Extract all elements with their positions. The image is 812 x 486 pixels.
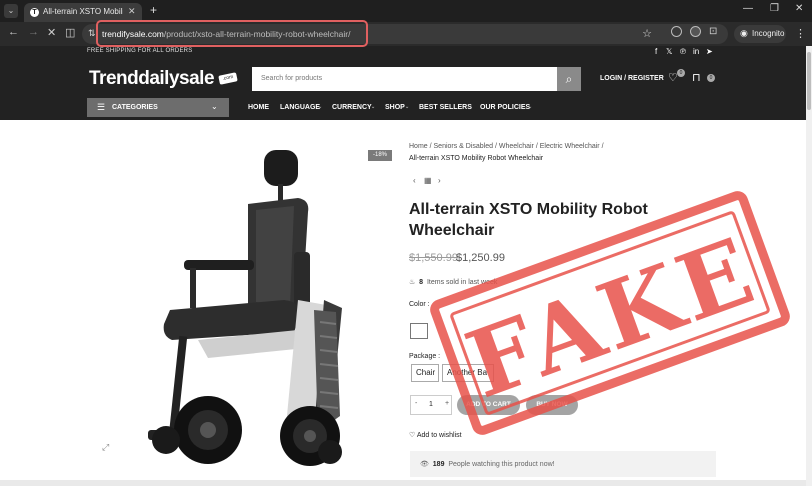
telegram-icon[interactable]: ➤ [706,47,713,56]
promo-text: FREE SHIPPING FOR ALL ORDERS [87,48,193,54]
chevron-down-icon: ⌄ [318,104,323,110]
minimize-icon[interactable]: — [743,3,753,14]
split-view-icon[interactable]: ◫ [65,26,75,39]
zoom-expand-icon[interactable]: ⤢ [102,442,109,453]
nav-home[interactable]: HOME [248,104,269,111]
add-to-wishlist-link[interactable]: ♡ Add to wishlist [409,431,462,439]
watching-text: People watching this product now! [448,461,555,468]
breadcrumb-current: All-terrain XSTO Mobility Robot Wheelcha… [409,155,544,162]
eye-icon: 👁 [420,461,429,468]
chevron-down-icon: ⌄ [528,104,533,110]
heart-icon: ♡ [409,432,416,439]
site-header: FREE SHIPPING FOR ALL ORDERS f 𝕏 ℗ in ➤ … [0,46,806,120]
forward-icon[interactable]: → [28,26,39,38]
search-input[interactable]: Search for products [252,67,558,91]
menu-hamburger-icon: ☰ [97,102,106,112]
wishlist-count-badge: 0 [677,69,685,77]
package-option-chair[interactable]: Chair [411,364,439,382]
nav-shop[interactable]: SHOP [385,104,405,111]
window-close-icon[interactable]: ✕ [795,3,803,14]
package-label: Package : [409,353,441,360]
qty-plus-button[interactable]: + [445,400,449,407]
chevron-down-icon: ⌄ [371,104,376,110]
login-register-link[interactable]: LOGIN / REGISTER [600,75,664,82]
new-tab-icon[interactable]: + [150,3,157,17]
grid-view-icon[interactable]: ▦ [424,176,432,185]
pinterest-icon[interactable]: ℗ [680,47,686,56]
x-icon[interactable]: 𝕏 [666,47,672,56]
search-placeholder: Search for products [261,75,323,82]
back-icon[interactable]: ← [8,26,19,38]
page-bottom-strip [0,480,806,486]
url-highlight-box [96,20,368,47]
nav-currency[interactable]: CURRENCY [332,104,372,111]
price-sale: $1,250.99 [456,252,505,264]
watching-notice: 👁 189 People watching this product now! [410,451,716,477]
sold-count: 8 [419,279,424,286]
product-image[interactable] [88,140,388,480]
page-scrollbar[interactable] [806,46,812,486]
cart-count-badge: 0 [707,74,715,82]
color-swatch[interactable] [410,323,428,339]
price-original: $1,550.99 [409,252,458,264]
logo-tag: .com [218,72,238,85]
incognito-label: Incognito [752,29,785,38]
quantity-stepper[interactable]: - 1 + [410,395,452,415]
fire-icon: ♨ [409,279,416,286]
search-button[interactable]: ⌕ [557,67,581,91]
bookmark-star-icon[interactable]: ☆ [642,27,652,40]
nav-best-sellers[interactable]: BEST SELLERS [419,104,472,111]
categories-label: CATEGORIES [112,104,158,111]
browser-tab-bar: ⌄ T All-terrain XSTO Mobility Ro ✕ + — ❐… [0,0,812,22]
breadcrumb[interactable]: Home / Seniors & Disabled / Wheelchair /… [409,143,604,150]
extension-icon[interactable] [690,26,701,37]
watching-count: 189 [432,461,445,468]
restore-icon[interactable]: ❐ [770,3,779,14]
wishlist-label: Add to wishlist [416,432,462,439]
qty-minus-button[interactable]: - [415,400,417,407]
browser-menu-icon[interactable]: ⋮ [795,27,806,40]
chevron-down-icon: ⌄ [211,102,218,111]
linkedin-icon[interactable]: in [693,47,699,56]
nav-our-policies[interactable]: OUR POLICIES [480,104,530,111]
facebook-icon[interactable]: f [655,47,657,56]
prev-product-icon[interactable]: ‹ [413,176,416,185]
chevron-down-icon: ⌄ [405,104,410,110]
incognito-indicator[interactable]: ◉ Incognito [734,25,786,43]
tab-favicon-icon: T [30,8,39,17]
sale-badge: -18% [368,150,392,161]
tab-title: All-terrain XSTO Mobility Ro [43,7,123,16]
stop-loading-icon[interactable]: ✕ [47,26,56,39]
scrollbar-thumb[interactable] [807,52,811,110]
cart-icon[interactable]: ⊓ [692,71,701,84]
site-logo[interactable]: Trenddailysale [89,68,215,90]
qty-value[interactable]: 1 [429,401,433,408]
svg-text:FAKE: FAKE [454,216,770,419]
tab-search-icon[interactable]: ⌄ [4,4,18,18]
next-product-icon[interactable]: › [438,176,441,185]
nav-language[interactable]: LANGUAGE [280,104,320,111]
extensions-puzzle-icon[interactable]: ⊡ [709,26,717,37]
categories-dropdown[interactable]: ☰ CATEGORIES ⌄ [87,98,229,117]
extension-icon[interactable] [671,26,682,37]
site-info-icon[interactable]: ⇅ [88,28,96,39]
tab-close-icon[interactable]: ✕ [128,6,136,17]
incognito-icon: ◉ [740,28,748,38]
search-icon: ⌕ [565,72,573,86]
